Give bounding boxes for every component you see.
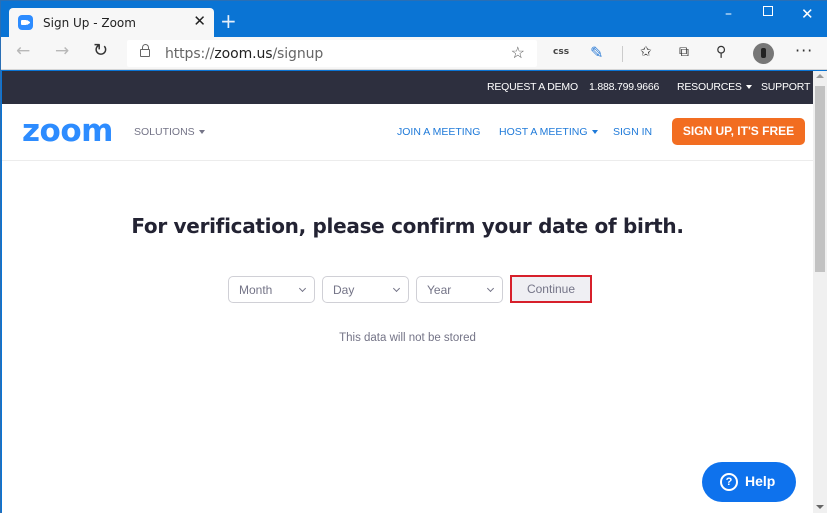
favorite-star-icon[interactable]: ☆ (511, 43, 525, 63)
request-demo-link[interactable]: REQUEST A DEMO (487, 81, 578, 93)
chevron-down-icon (486, 284, 495, 293)
page-title: For verification, please confirm your da… (131, 214, 684, 238)
address-bar[interactable]: https://zoom.us/signup ☆ (127, 40, 537, 67)
close-window-button[interactable]: ✕ (801, 5, 814, 23)
url-scheme: https:// (165, 46, 215, 62)
url-host: zoom.us (214, 46, 273, 62)
join-meeting-link[interactable]: JOIN A MEETING (397, 126, 480, 138)
support-link[interactable]: SUPPORT (761, 81, 810, 93)
collections-icon[interactable]: ⧉ (679, 44, 689, 60)
privacy-note: This data will not be stored (339, 332, 476, 344)
back-button[interactable]: ← (16, 41, 30, 61)
profile-avatar[interactable] (753, 43, 774, 64)
year-placeholder: Year (427, 283, 452, 297)
resources-label: RESOURCES (677, 81, 742, 93)
sign-up-button[interactable]: SIGN UP, IT'S FREE (672, 118, 805, 145)
maximize-button[interactable] (763, 6, 773, 16)
title-bar: Sign Up - Zoom ✕ + – ✕ (1, 1, 827, 37)
sign-in-link[interactable]: SIGN IN (613, 126, 652, 138)
help-button[interactable]: ? Help (702, 462, 796, 502)
url-text[interactable]: https://zoom.us/signup (165, 46, 323, 62)
refresh-button[interactable]: ↻ (93, 40, 108, 61)
css-extension-icon[interactable]: css (553, 47, 569, 57)
scroll-down-arrow-icon[interactable] (816, 505, 824, 509)
pen-extension-icon[interactable]: ✎ (590, 43, 603, 62)
year-select[interactable]: Year (416, 276, 503, 303)
caret-down-icon (591, 130, 598, 135)
day-select[interactable]: Day (322, 276, 409, 303)
zoom-logo[interactable]: zoom (22, 113, 113, 149)
host-meeting-label: HOST A MEETING (499, 126, 588, 138)
resources-menu[interactable]: RESOURCES (677, 81, 752, 93)
solutions-label: SOLUTIONS (134, 126, 195, 138)
day-placeholder: Day (333, 283, 355, 297)
month-placeholder: Month (239, 283, 273, 297)
browser-tab[interactable]: Sign Up - Zoom ✕ (9, 8, 214, 37)
minimize-button[interactable]: – (725, 5, 732, 23)
help-label: Help (745, 473, 776, 489)
favorites-list-icon[interactable]: ✩ (640, 44, 652, 60)
navigation-bar: ← → ↻ https://zoom.us/signup ☆ css ✎ ✩ ⧉… (1, 37, 827, 70)
tab-title: Sign Up - Zoom (43, 15, 136, 30)
solutions-menu[interactable]: SOLUTIONS (134, 126, 205, 138)
new-tab-button[interactable]: + (220, 9, 237, 33)
caret-down-icon (198, 130, 205, 135)
browser-window: Sign Up - Zoom ✕ + – ✕ ← → ↻ https://zoo… (0, 0, 827, 513)
top-utility-bar: REQUEST A DEMO 1.888.799.9666 RESOURCES … (2, 71, 813, 104)
forward-button[interactable]: → (55, 41, 69, 61)
site-header: zoom SOLUTIONS JOIN A MEETING HOST A MEE… (2, 104, 813, 161)
scrollbar-thumb[interactable] (815, 86, 825, 272)
phone-link[interactable]: 1.888.799.9666 (589, 81, 659, 93)
zoom-favicon-icon (18, 15, 33, 30)
caret-down-icon (745, 85, 752, 90)
feedback-icon[interactable]: ⚲ (716, 44, 726, 60)
vertical-scrollbar[interactable] (813, 71, 827, 513)
url-path: /signup (272, 46, 324, 62)
toolbar-divider (622, 46, 623, 62)
tab-close-icon[interactable]: ✕ (193, 13, 206, 31)
chevron-down-icon (298, 284, 307, 293)
more-options-icon[interactable]: ··· (795, 41, 813, 60)
continue-button[interactable]: Continue (510, 275, 592, 303)
month-select[interactable]: Month (228, 276, 315, 303)
lock-icon[interactable] (140, 44, 150, 57)
question-circle-icon: ? (720, 473, 738, 491)
page-viewport: REQUEST A DEMO 1.888.799.9666 RESOURCES … (2, 71, 813, 513)
scroll-up-arrow-icon[interactable] (816, 74, 824, 78)
chevron-down-icon (392, 284, 401, 293)
host-meeting-menu[interactable]: HOST A MEETING (499, 126, 598, 138)
